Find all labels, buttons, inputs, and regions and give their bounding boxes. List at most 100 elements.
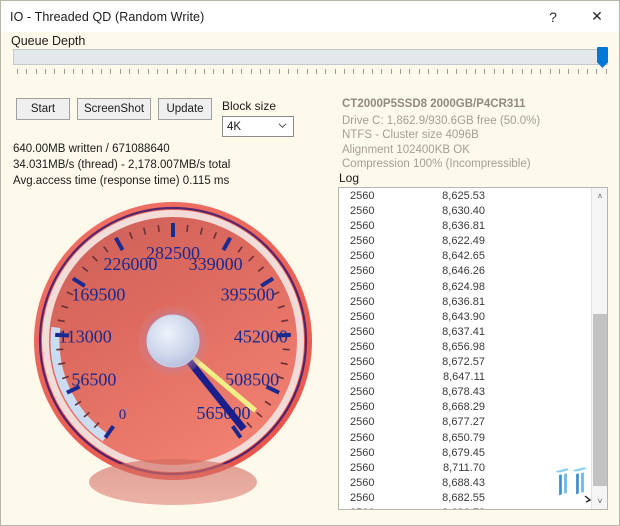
slider-tick	[558, 69, 560, 74]
log-row[interactable]: 2560 8,625.53	[339, 189, 591, 204]
log-cell-value: 8,711.70	[442, 461, 485, 474]
log-row[interactable]: 2560 8,636.81	[339, 295, 591, 310]
log-row[interactable]: 2560 8,672.57	[339, 355, 591, 370]
slider-tick	[185, 69, 187, 74]
slider-tick	[577, 69, 579, 74]
log-cell-value: 8,622.49	[442, 235, 485, 248]
log-cell-qd: 2560	[350, 401, 375, 414]
log-cell-qd: 2560	[350, 205, 375, 218]
slider-tick	[203, 69, 205, 74]
slider-tick	[157, 69, 159, 74]
log-row[interactable]: 2560 8,688.43	[339, 476, 591, 491]
slider-tick	[325, 69, 327, 74]
stat-written: 640.00MB written / 671088640	[13, 143, 170, 155]
log-list[interactable]: 2560 8,625.53 2560 8,630.40 2560 8,636.81 2560…	[339, 189, 591, 509]
log-row[interactable]: 2560 8,624.98	[339, 280, 591, 295]
log-row[interactable]: 2560 8,642.65	[339, 249, 591, 264]
log-row[interactable]: 2560 8,646.26	[339, 264, 591, 279]
scrollbar-thumb[interactable]	[593, 314, 607, 486]
slider-tick	[353, 69, 355, 74]
slider-tick	[17, 69, 18, 74]
log-cell-value: 8,636.81	[442, 295, 485, 308]
slider-tick	[456, 69, 458, 74]
log-row[interactable]: 2560 8,677.27	[339, 415, 591, 430]
log-row[interactable]: 2560 8,636.81	[339, 219, 591, 234]
log-cell-value: 8,625.53	[442, 190, 485, 202]
slider-tick	[138, 69, 140, 74]
scroll-up-icon[interactable]: ˄	[592, 188, 607, 204]
slider-tick	[45, 69, 47, 74]
slider-track[interactable]	[13, 49, 608, 65]
log-cell-qd: 2560	[350, 280, 375, 293]
log-cell-qd: 2560	[350, 220, 375, 233]
log-panel[interactable]: 2560 8,625.53 2560 8,630.40 2560 8,636.81 2560…	[338, 187, 608, 510]
screenshot-button[interactable]: ScreenShot	[77, 98, 151, 120]
window-title: IO - Threaded QD (Random Write)	[10, 9, 205, 24]
gauge-minor-tick	[157, 224, 160, 232]
gauge-minor-tick	[282, 348, 290, 351]
slider-tick	[63, 69, 65, 74]
log-cell-value: 8,636.81	[442, 220, 485, 233]
slider-tick	[241, 69, 243, 74]
log-row[interactable]: 2560 8,682.55	[339, 491, 591, 506]
help-button[interactable]: ?	[531, 1, 575, 32]
log-row[interactable]: 2560 8,630.40	[339, 204, 591, 219]
slider-tick	[269, 69, 271, 74]
queue-depth-slider[interactable]	[13, 47, 608, 81]
slider-tick	[484, 69, 486, 74]
log-cell-qd: 2560	[339, 506, 405, 509]
log-cell-value: 8,677.27	[442, 416, 485, 429]
slider-tick	[390, 69, 392, 74]
gauge-minor-tick	[56, 348, 64, 351]
block-size-select[interactable]: 4K	[222, 116, 294, 137]
log-row[interactable]: 2560 8,647.11	[339, 370, 591, 385]
title-bar: IO - Threaded QD (Random Write) ? ✕	[1, 1, 619, 32]
log-cell-qd: 2560	[350, 431, 375, 444]
log-row[interactable]: 2560 8,650.79	[339, 431, 591, 446]
block-size-value: 4K	[227, 120, 242, 133]
log-row[interactable]: 25608,686.78	[339, 506, 591, 509]
slider-tick	[278, 69, 280, 74]
slider-tick	[166, 69, 168, 74]
slider-tick	[213, 69, 215, 74]
slider-tick	[147, 69, 149, 74]
start-button[interactable]: Start	[16, 98, 70, 120]
slider-tick	[91, 69, 93, 74]
chevron-down-icon	[278, 123, 287, 129]
log-row[interactable]: 2560 8,622.49	[339, 234, 591, 249]
close-button[interactable]: ✕	[575, 1, 619, 32]
log-scrollbar[interactable]: ˄ ˅	[591, 188, 607, 509]
slider-tick	[54, 69, 56, 74]
log-row[interactable]: 2560 8,711.70	[339, 461, 591, 476]
slider-tick	[101, 69, 103, 74]
slider-tick	[530, 69, 532, 74]
log-cell-qd: 2560	[350, 461, 375, 474]
slider-tick	[194, 69, 196, 74]
log-cell-value: 8,678.43	[442, 386, 485, 399]
scroll-down-icon[interactable]: ˅	[592, 493, 607, 509]
log-cell-qd: 2560	[350, 386, 375, 399]
log-row[interactable]: 2560 8,668.29	[339, 400, 591, 415]
gauge-minor-tick	[186, 224, 189, 232]
slider-tick	[129, 69, 131, 74]
log-row[interactable]: 2560 8,643.90	[339, 310, 591, 325]
log-row[interactable]: 2560 8,656.98	[339, 340, 591, 355]
log-cell-value: 8,668.29	[442, 401, 485, 414]
update-button[interactable]: Update	[158, 98, 212, 120]
gauge-tick-label: 113000	[58, 326, 111, 346]
slider-tick	[306, 69, 308, 74]
queue-depth-label: Queue Depth	[11, 34, 86, 48]
log-cell-qd: 2560	[350, 416, 375, 429]
slider-tick	[540, 69, 542, 74]
drive-compression: Compression 100% (Incompressible)	[342, 158, 531, 170]
slider-tick	[175, 69, 177, 74]
log-row[interactable]: 2560 8,678.43	[339, 385, 591, 400]
log-row[interactable]: 2560 8,679.45	[339, 446, 591, 461]
iops-gauge: 0565001130001695002260002825003390003955…	[25, 193, 321, 505]
log-cell-qd: 2560	[350, 371, 375, 384]
drive-info-block: CT2000P5SSD8 2000GB/P4CR311 Drive C: 1,8…	[342, 97, 540, 172]
log-cell-qd: 2560	[350, 265, 375, 278]
log-row[interactable]: 2560 8,637.41	[339, 325, 591, 340]
log-cell-value: 8,672.57	[442, 356, 485, 369]
stat-throughput: 34.031MB/s (thread) - 2,178.007MB/s tota…	[13, 159, 231, 171]
